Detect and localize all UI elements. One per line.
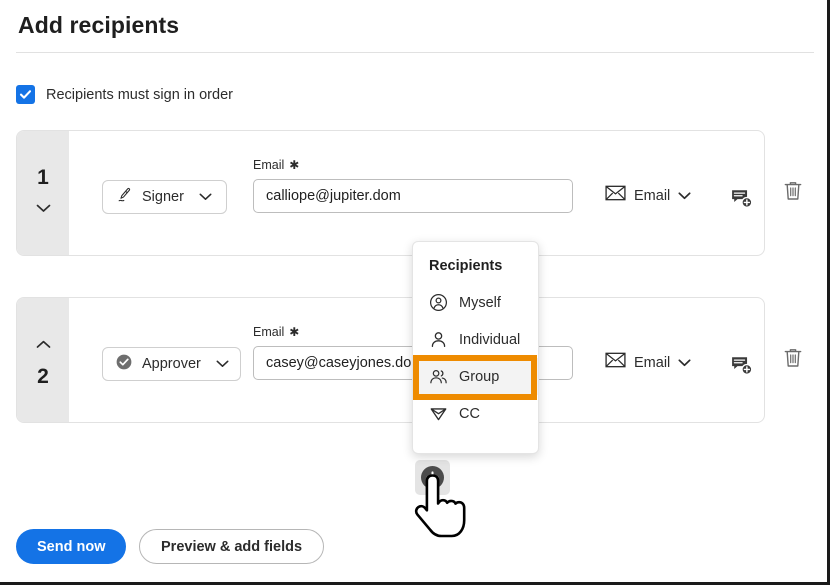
menu-item-label: Myself — [459, 295, 501, 311]
delivery-method-label: Email — [634, 355, 670, 371]
delivery-method-selector[interactable]: Email — [605, 185, 691, 206]
email-label-text: Email — [253, 325, 284, 339]
trash-icon — [783, 180, 803, 207]
chevron-down-icon[interactable] — [199, 193, 212, 201]
required-marker: ✱ — [289, 159, 299, 171]
chevron-down-icon[interactable] — [32, 198, 54, 220]
checkbox-checked-icon[interactable] — [16, 85, 35, 104]
required-marker: ✱ — [289, 326, 299, 338]
recipient-order-strip: 2 — [17, 298, 69, 422]
recipient-role-label: Approver — [142, 356, 201, 372]
send-now-button[interactable]: Send now — [16, 529, 126, 564]
group-people-icon — [429, 367, 448, 386]
add-recipients-panel: Add recipients Recipients must sign in o… — [0, 0, 830, 585]
person-circle-icon — [429, 293, 448, 312]
envelope-icon — [605, 185, 626, 206]
check-circle-icon — [115, 353, 133, 376]
menu-title: Recipients — [413, 254, 538, 284]
menu-item-cc[interactable]: CC — [413, 395, 538, 432]
menu-item-label: Individual — [459, 332, 520, 348]
recipient-email-group: Email ✱ calliope@jupiter.dom — [253, 158, 573, 213]
recipient-number: 2 — [37, 366, 49, 387]
chevron-down-icon[interactable] — [678, 354, 691, 372]
menu-item-label: CC — [459, 406, 480, 422]
chevron-down-icon[interactable] — [216, 360, 229, 368]
chevron-down-icon[interactable] — [678, 187, 691, 205]
plus-circle-icon — [421, 466, 444, 489]
menu-item-myself[interactable]: Myself — [413, 284, 538, 321]
recipient-role-selector[interactable]: Approver — [102, 347, 241, 381]
recipients-type-menu: Recipients Myself Individual — [412, 241, 539, 454]
email-field-label: Email ✱ — [253, 158, 573, 172]
email-label-text: Email — [253, 158, 284, 172]
recipient-role-selector[interactable]: Signer — [102, 180, 227, 214]
preview-add-fields-button[interactable]: Preview & add fields — [139, 529, 324, 564]
menu-item-label: Group — [459, 369, 499, 385]
page-title: Add recipients — [18, 12, 179, 39]
add-recipient-button[interactable] — [415, 460, 450, 495]
recipient-row: 1 Signer Email ✱ calliope — [16, 130, 765, 256]
delete-recipient-button[interactable] — [779, 346, 807, 374]
recipient-role-label: Signer — [142, 189, 184, 205]
trash-icon — [783, 347, 803, 374]
menu-item-group[interactable]: Group — [413, 358, 538, 395]
person-icon — [429, 330, 448, 349]
sign-order-label: Recipients must sign in order — [46, 87, 233, 103]
header-divider — [16, 52, 814, 53]
delivery-method-selector[interactable]: Email — [605, 352, 691, 373]
menu-item-individual[interactable]: Individual — [413, 321, 538, 358]
recipient-number: 1 — [37, 167, 49, 188]
add-private-message-icon[interactable] — [726, 350, 756, 380]
delete-recipient-button[interactable] — [779, 179, 807, 207]
add-private-message-icon[interactable] — [726, 183, 756, 213]
signature-pen-icon — [115, 186, 133, 209]
delivery-method-label: Email — [634, 188, 670, 204]
envelope-icon — [605, 352, 626, 373]
recipient-order-strip: 1 — [17, 131, 69, 255]
send-paper-plane-icon — [429, 404, 448, 423]
chevron-up-icon[interactable] — [32, 334, 54, 356]
recipient-row: 2 Approver Email ✱ casey@caseyjones.dom — [16, 297, 765, 423]
sign-order-checkbox-row[interactable]: Recipients must sign in order — [16, 85, 233, 104]
email-input[interactable]: calliope@jupiter.dom — [253, 179, 573, 213]
